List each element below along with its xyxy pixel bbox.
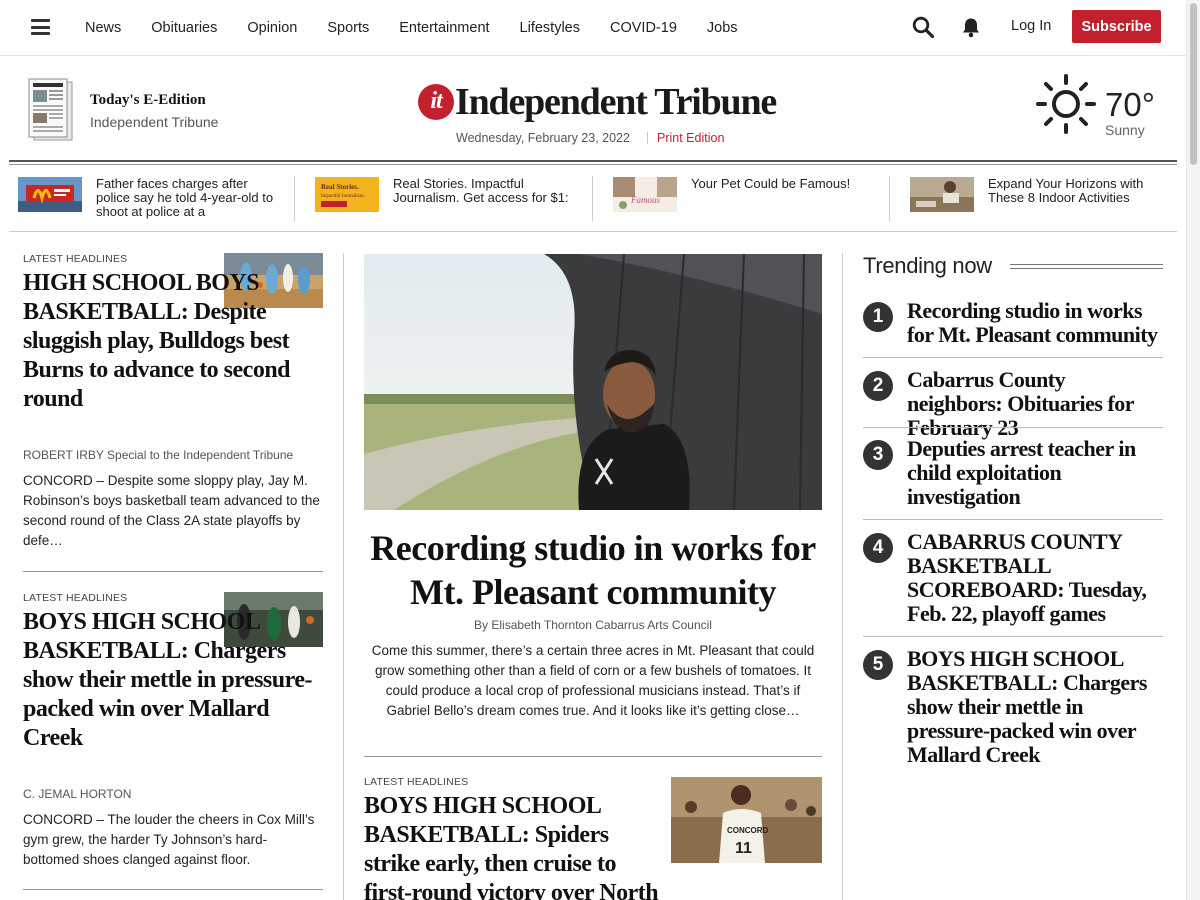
- nav-link-opinion[interactable]: Opinion: [232, 20, 312, 36]
- trending-headline[interactable]: Deputies arrest teacher in child exploit…: [907, 437, 1163, 509]
- trending-headline[interactable]: Cabarrus County neighbors: Obituaries fo…: [907, 368, 1163, 440]
- nav-link-news[interactable]: News: [70, 20, 136, 36]
- logo-text: Independent Tribune: [455, 81, 777, 123]
- trending-item[interactable]: 3 Deputies arrest teacher in child explo…: [863, 437, 1163, 511]
- nav-link-covid[interactable]: COVID-19: [595, 20, 692, 36]
- promo-text: Your Pet Could be Famous!: [691, 177, 851, 191]
- search-icon[interactable]: [912, 16, 934, 38]
- date-separator: [647, 132, 648, 144]
- promo-text: Expand Your Horizons with These 8 Indoor…: [988, 177, 1144, 205]
- masthead-date: Wednesday, February 23, 2022: [456, 131, 630, 145]
- left-story: LATEST HEADLINES BOYS HIGH SCHOOL BASKET…: [23, 592, 323, 882]
- story-headline[interactable]: HIGH SCHOOL BOYS BASKETBALL: Despite slu…: [23, 269, 318, 414]
- login-link[interactable]: Log In: [1011, 18, 1051, 34]
- trending-title: Trending now: [863, 253, 992, 278]
- scroll-thumb[interactable]: [1190, 3, 1197, 165]
- trending-rule: [1010, 264, 1163, 269]
- scrollbar[interactable]: [1186, 0, 1200, 900]
- trending-item[interactable]: 5 BOYS HIGH SCHOOL BASKETBALL: Chargers …: [863, 647, 1163, 769]
- hero-summary: Come this summer, there’s a certain thre…: [371, 643, 815, 718]
- trending-item[interactable]: 2 Cabarrus County neighbors: Obituaries …: [863, 368, 1163, 440]
- svg-text:Famous: Famous: [630, 195, 660, 205]
- svg-text:Impactful Journalism.: Impactful Journalism.: [321, 194, 365, 199]
- story-kicker: LATEST HEADLINES: [364, 776, 469, 788]
- weather-temperature[interactable]: 70°: [1105, 86, 1155, 124]
- promo-strip: Father faces charges after police say he…: [9, 166, 1177, 232]
- weather-condition: Sunny: [1105, 122, 1145, 138]
- story-headline[interactable]: BOYS HIGH SCHOOL BASKETBALL: Spiders str…: [364, 792, 664, 900]
- masthead-rule: [9, 160, 1177, 165]
- trending-divider: [863, 357, 1163, 358]
- trending-headline[interactable]: Recording studio in works for Mt. Pleasa…: [907, 299, 1163, 347]
- story-kicker: LATEST HEADLINES: [23, 253, 128, 265]
- eedition-subtitle: Independent Tribune: [90, 114, 219, 130]
- story-divider: [23, 571, 323, 572]
- nav-link-sports[interactable]: Sports: [312, 20, 384, 36]
- nav-link-entertainment[interactable]: Entertainment: [384, 20, 504, 36]
- svg-text:11: 11: [735, 840, 752, 857]
- eedition-thumbnail[interactable]: [28, 78, 74, 142]
- eedition-title[interactable]: Today's E-Edition: [90, 92, 206, 109]
- top-nav: News Obituaries Opinion Sports Entertain…: [0, 0, 1186, 56]
- indoor-activities-photo: [910, 177, 974, 212]
- trending-headline[interactable]: BOYS HIGH SCHOOL BASKETBALL: Chargers sh…: [907, 647, 1163, 767]
- nav-link-obituaries[interactable]: Obituaries: [136, 20, 232, 36]
- trending-item[interactable]: 1 Recording studio in works for Mt. Plea…: [863, 299, 1163, 349]
- svg-text:Real Stories.: Real Stories.: [321, 183, 359, 191]
- trending-divider: [863, 636, 1163, 637]
- real-stories-ad: Real Stories. Impactful Journalism.: [315, 177, 379, 212]
- story-byline: C. JEMAL HORTON: [23, 787, 132, 801]
- trending-divider: [863, 427, 1163, 428]
- trending-divider: [863, 519, 1163, 520]
- promo-text: Father faces charges after police say he…: [96, 177, 274, 219]
- trending-rank: 5: [863, 650, 893, 680]
- story-kicker: LATEST HEADLINES: [23, 592, 128, 604]
- column-divider: [343, 253, 344, 900]
- promo-text: Real Stories. Impactful Journalism. Get …: [393, 177, 569, 205]
- logo-mark: it: [418, 84, 454, 120]
- promo-divider: [889, 176, 890, 221]
- bell-icon[interactable]: [961, 17, 981, 38]
- column-divider: [842, 253, 843, 900]
- trending-rank: 3: [863, 440, 893, 470]
- story-byline: ROBERT IRBY Special to the Independent T…: [23, 448, 294, 462]
- promo-divider: [592, 176, 593, 221]
- story-divider: [364, 756, 822, 757]
- nav-links: News Obituaries Opinion Sports Entertain…: [70, 0, 753, 56]
- nav-link-jobs[interactable]: Jobs: [692, 20, 753, 36]
- svg-text:CONCORD: CONCORD: [727, 826, 769, 835]
- mcdonalds-sign-photo: [18, 177, 82, 212]
- trending-headline[interactable]: CABARRUS COUNTY BASKETBALL SCOREBOARD: T…: [907, 530, 1163, 626]
- trending-rank: 2: [863, 371, 893, 401]
- trending-rank: 4: [863, 533, 893, 563]
- nav-link-lifestyles[interactable]: Lifestyles: [505, 20, 595, 36]
- site-logo[interactable]: it Independent Tribune: [418, 80, 777, 124]
- story-divider: [23, 889, 323, 890]
- promo-divider: [294, 176, 295, 221]
- pet-contest-ad: Famous: [613, 177, 677, 212]
- hero-photo[interactable]: [364, 254, 822, 510]
- left-story: LATEST HEADLINES HIGH SCHOOL BOYS BASKET…: [23, 253, 323, 553]
- print-edition-link[interactable]: Print Edition: [657, 131, 724, 145]
- menu-icon[interactable]: [31, 19, 50, 35]
- trending-rank: 1: [863, 302, 893, 332]
- hero-byline: By Elisabeth Thornton Cabarrus Arts Coun…: [474, 618, 712, 632]
- sun-icon: [1036, 74, 1096, 134]
- story-summary: CONCORD – Despite some sloppy play, Jay …: [23, 473, 320, 548]
- story-headline[interactable]: BOYS HIGH SCHOOL BASKETBALL: Chargers sh…: [23, 608, 318, 753]
- story-summary: CONCORD – The louder the cheers in Cox M…: [23, 812, 315, 867]
- hero-headline[interactable]: Recording studio in works for Mt. Pleasa…: [364, 526, 822, 614]
- trending-item[interactable]: 4 CABARRUS COUNTY BASKETBALL SCOREBOARD:…: [863, 530, 1163, 628]
- basketball-player-photo[interactable]: CONCORD 11: [671, 777, 822, 863]
- subscribe-button[interactable]: Subscribe: [1072, 10, 1161, 43]
